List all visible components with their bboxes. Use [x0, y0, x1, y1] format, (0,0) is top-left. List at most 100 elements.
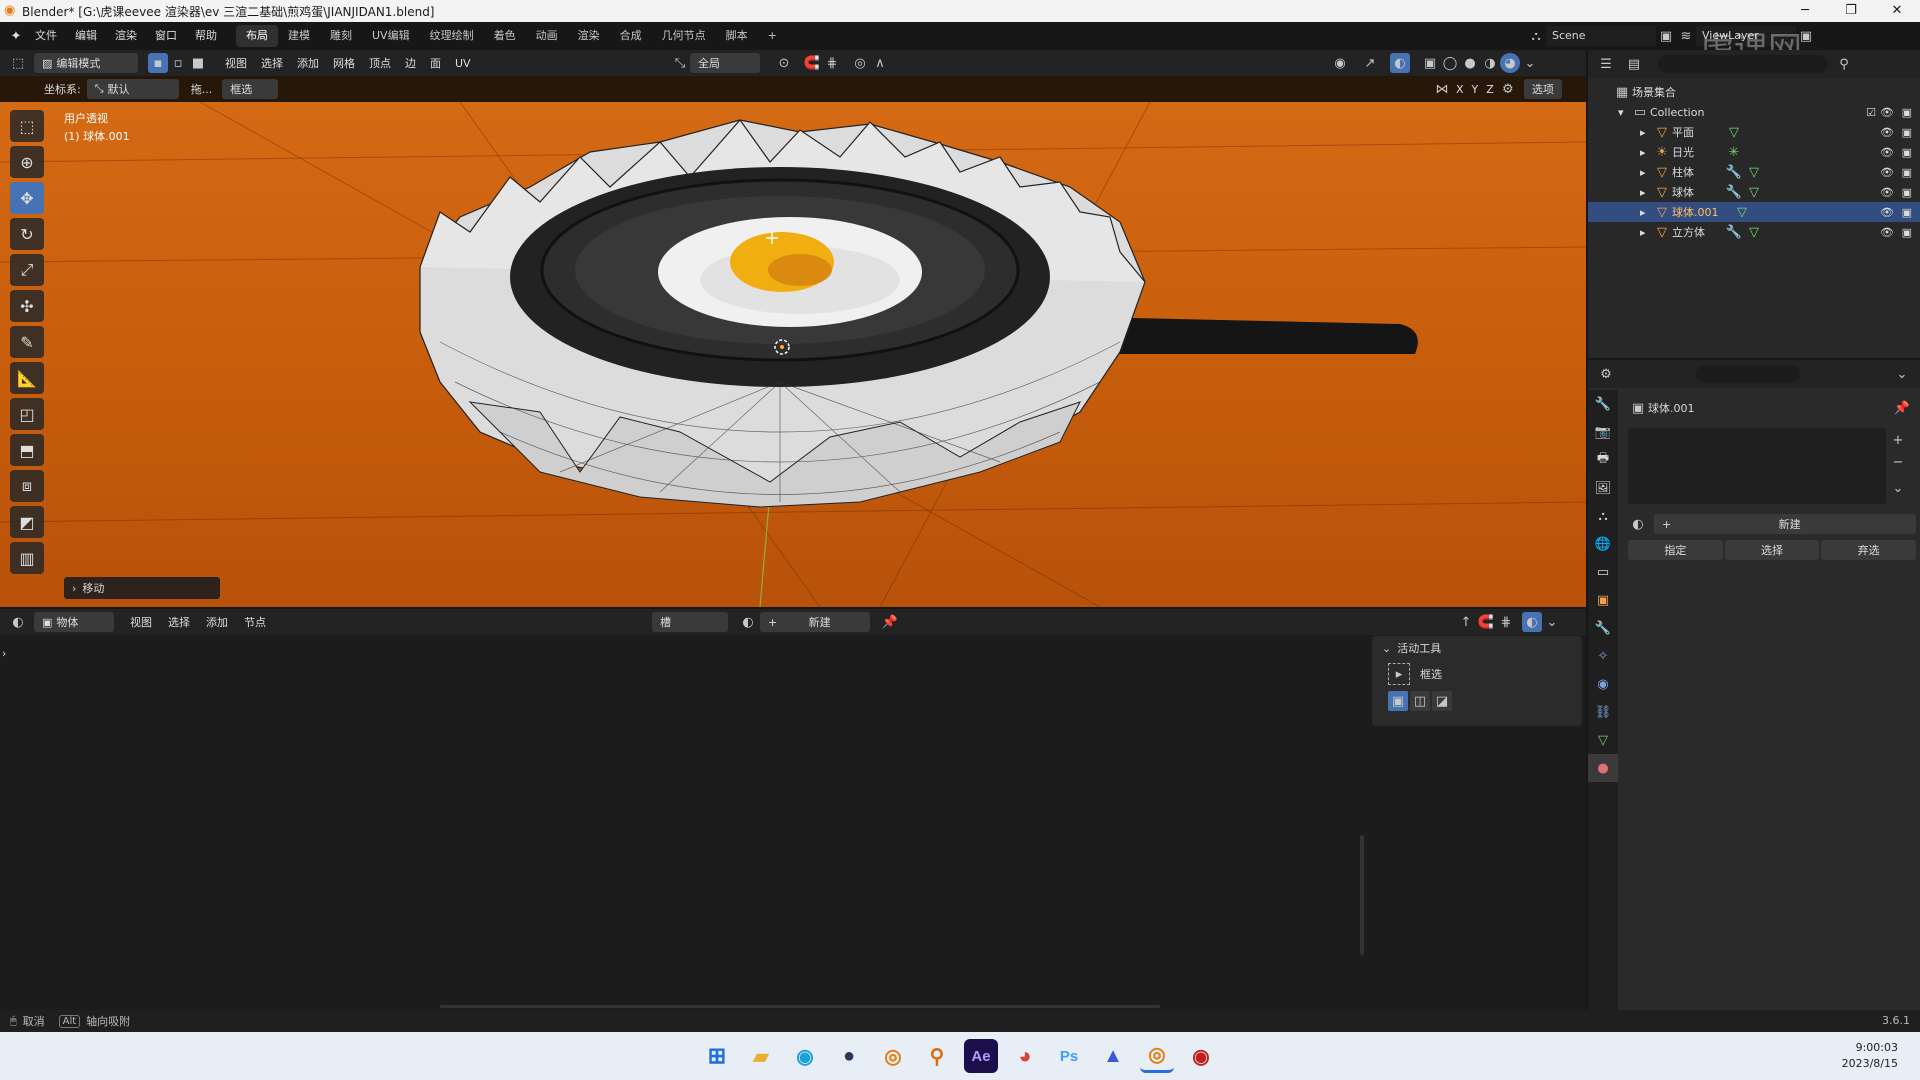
- overlay-icon[interactable]: ◐: [1390, 53, 1410, 73]
- tab-texture-paint[interactable]: 纹理绘制: [420, 25, 484, 47]
- collapse-chevron-icon[interactable]: ▾: [1618, 106, 1630, 119]
- expand-chevron-icon[interactable]: ▸: [1640, 206, 1652, 219]
- edge-icon[interactable]: ◉: [788, 1039, 822, 1073]
- slot-selector[interactable]: 槽: [652, 612, 728, 632]
- menu-mesh[interactable]: 网格: [326, 55, 362, 71]
- windows-start-icon[interactable]: ⊞: [700, 1039, 734, 1073]
- menu-window[interactable]: 窗口: [146, 22, 186, 50]
- properties-type-icon[interactable]: ⚙: [1596, 364, 1616, 384]
- camera-icon[interactable]: ▣: [1902, 226, 1912, 239]
- snap-icon[interactable]: 🧲: [1476, 612, 1496, 632]
- inset-tool-icon[interactable]: ⧈: [10, 470, 44, 502]
- outliner-item[interactable]: ▸ ▽ 球体 🔧 ▽ 👁 ▣: [1588, 182, 1920, 202]
- outliner-item[interactable]: ▸ ▽ 平面 ▽ 👁 ▣: [1588, 122, 1920, 142]
- tab-sculpting[interactable]: 雕刻: [320, 25, 362, 47]
- new-scene-icon[interactable]: ▣: [1656, 26, 1676, 46]
- last-operator-panel[interactable]: › 移动: [64, 577, 220, 599]
- menu-render[interactable]: 渲染: [106, 22, 146, 50]
- expand-chevron-icon[interactable]: ▸: [1640, 146, 1652, 159]
- outliner-item-selected[interactable]: ▸ ▽ 球体.001 ▽ 👁 ▣: [1588, 202, 1920, 222]
- modifier-tab-icon[interactable]: 🔧: [1588, 614, 1618, 642]
- mirror-icon[interactable]: ⋈: [1432, 79, 1452, 99]
- node-menu-view[interactable]: 视图: [122, 614, 160, 630]
- eye-icon[interactable]: 👁: [1880, 126, 1894, 139]
- node-menu-add[interactable]: 添加: [198, 614, 236, 630]
- render-tab-icon[interactable]: 📷: [1588, 418, 1618, 446]
- material-browse-icon[interactable]: ◐: [738, 612, 758, 632]
- transform-orientation-selector[interactable]: 全局: [690, 53, 760, 73]
- select-new-icon[interactable]: ▣: [1388, 691, 1408, 711]
- outliner-item[interactable]: ▸ ▽ 立方体 🔧 ▽ 👁 ▣: [1588, 222, 1920, 242]
- expand-chevron-icon[interactable]: ▸: [1640, 166, 1652, 179]
- clock[interactable]: 9:00:03 2023/8/15: [1842, 1040, 1898, 1072]
- camera-icon[interactable]: ▣: [1902, 166, 1912, 179]
- drag-label[interactable]: 拖...: [191, 81, 213, 97]
- maximize-button[interactable]: ❐: [1828, 0, 1874, 22]
- assign-button[interactable]: 指定: [1628, 540, 1723, 560]
- eye-icon[interactable]: 👁: [1880, 166, 1894, 179]
- physics-tab-icon[interactable]: ◉: [1588, 670, 1618, 698]
- collection-row[interactable]: ▾ ▭ Collection ☑ 👁 ▣: [1588, 102, 1920, 122]
- photoshop-icon[interactable]: Ps: [1052, 1039, 1086, 1073]
- eye-icon[interactable]: 👁: [1880, 186, 1894, 199]
- coord-system-selector[interactable]: ⤡ 默认: [86, 79, 179, 99]
- pin-icon[interactable]: 📌: [880, 612, 900, 632]
- node-canvas[interactable]: ›: [0, 635, 1586, 1010]
- measure-tool-icon[interactable]: 📐: [10, 362, 44, 394]
- menu-edge[interactable]: 边: [398, 55, 423, 71]
- menu-file[interactable]: 文件: [26, 22, 66, 50]
- shading-options-icon[interactable]: ⌄: [1520, 53, 1540, 73]
- shader-type-selector[interactable]: ▣ 物体: [34, 612, 114, 632]
- menu-view[interactable]: 视图: [218, 55, 254, 71]
- annotate-tool-icon[interactable]: ✎: [10, 326, 44, 358]
- bevel-tool-icon[interactable]: ◩: [10, 506, 44, 538]
- steam-icon[interactable]: ●: [832, 1039, 866, 1073]
- visibility-icon[interactable]: ◉: [1330, 53, 1350, 73]
- display-mode-icon[interactable]: ▤: [1624, 54, 1644, 74]
- snap-mode-icon[interactable]: ⋕: [1496, 612, 1516, 632]
- deselect-button[interactable]: 弃选: [1821, 540, 1917, 560]
- menu-face[interactable]: 面: [423, 55, 448, 71]
- material-shading-icon[interactable]: ◑: [1480, 53, 1500, 73]
- rendered-shading-icon[interactable]: ◕: [1500, 53, 1520, 73]
- menu-uv[interactable]: UV: [448, 57, 478, 70]
- loop-cut-tool-icon[interactable]: ▥: [10, 542, 44, 574]
- 3d-viewport[interactable]: 用户透视 (1) 球体.001 › 移动: [0, 102, 1586, 607]
- node-menu-node[interactable]: 节点: [236, 614, 274, 630]
- close-button[interactable]: ✕: [1874, 0, 1920, 22]
- remove-slot-icon[interactable]: −: [1888, 452, 1908, 472]
- select-mode-selector[interactable]: 框选: [222, 79, 279, 99]
- eye-icon[interactable]: 👁: [1880, 106, 1894, 119]
- select-subtract-icon[interactable]: ◪: [1432, 691, 1452, 711]
- scale-tool-icon[interactable]: ⤢: [10, 254, 44, 286]
- add-slot-icon[interactable]: +: [1888, 430, 1908, 450]
- tool-tab-icon[interactable]: 🔧: [1588, 390, 1618, 418]
- output-tab-icon[interactable]: 🖶: [1588, 446, 1618, 474]
- filter-icon[interactable]: ⚲: [1834, 54, 1854, 74]
- constraints-tab-icon[interactable]: ⛓: [1588, 698, 1618, 726]
- proportional-edit-icon[interactable]: ◎: [850, 53, 870, 73]
- move-tool-icon[interactable]: ✥: [10, 182, 44, 214]
- material-browse-icon[interactable]: ◐: [1628, 514, 1648, 534]
- editor-type-icon[interactable]: ◐: [8, 612, 28, 632]
- camera-icon[interactable]: ▣: [1902, 126, 1912, 139]
- eye-icon[interactable]: 👁: [1880, 206, 1894, 219]
- vertical-scrollbar[interactable]: [1360, 835, 1364, 955]
- mode-selector[interactable]: ▨ 编辑模式: [34, 53, 138, 73]
- gizmo-icon[interactable]: ↗: [1360, 53, 1380, 73]
- wireframe-shading-icon[interactable]: ◯: [1440, 53, 1460, 73]
- tab-layout[interactable]: 布局: [236, 25, 278, 47]
- camera-icon[interactable]: ▣: [1902, 206, 1912, 219]
- scene-tab-icon[interactable]: ⛬: [1588, 502, 1618, 530]
- tab-uv-editing[interactable]: UV编辑: [362, 25, 420, 47]
- davinci-icon[interactable]: ◉: [1184, 1039, 1218, 1073]
- vertex-select-icon[interactable]: ▪: [148, 53, 168, 73]
- node-new-material-button[interactable]: + 新建: [760, 612, 870, 632]
- chrome-icon[interactable]: ◕: [1008, 1039, 1042, 1073]
- file-explorer-icon[interactable]: ▰: [744, 1039, 778, 1073]
- select-button[interactable]: 选择: [1724, 540, 1820, 560]
- snap-target-icon[interactable]: ⋕: [822, 53, 842, 73]
- tab-rendering[interactable]: 渲染: [568, 25, 610, 47]
- horizontal-scrollbar[interactable]: [440, 1005, 1160, 1008]
- properties-search-input[interactable]: [1696, 365, 1800, 383]
